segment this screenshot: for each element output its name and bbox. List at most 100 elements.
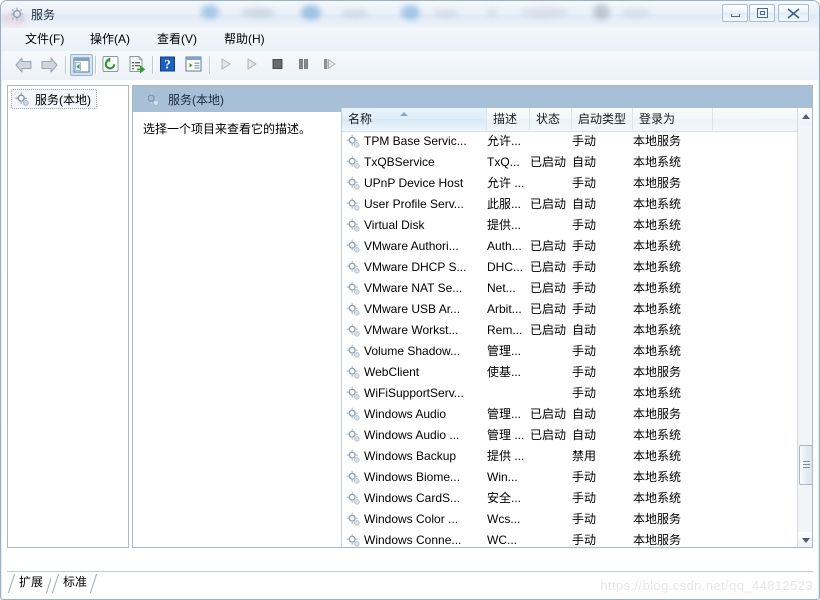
menu-help[interactable]: 帮助(H) <box>217 31 272 48</box>
cell-startup-type: 手动 <box>572 512 597 526</box>
services-list-view[interactable]: 名称 描述 状态 启动类型 登录为 TPM Base Servic... 允许.… <box>341 108 812 547</box>
table-row[interactable]: TxQBService TxQ... 已启动 自动 本地系统 <box>342 152 797 173</box>
maximize-button[interactable] <box>749 4 775 22</box>
column-header-log-on-as[interactable]: 登录为 <box>633 108 713 130</box>
table-row[interactable]: Windows Color ... Wcs... 手动 本地服务 <box>342 509 797 530</box>
restart-service-button[interactable] <box>319 54 342 76</box>
tab-edge <box>51 574 60 593</box>
refresh-button[interactable] <box>100 54 123 76</box>
cell-startup-type: 自动 <box>572 197 597 211</box>
vertical-scrollbar[interactable] <box>797 108 812 547</box>
column-header-description[interactable]: 描述 <box>487 108 530 130</box>
service-gear-icon <box>346 260 360 274</box>
cell-log-on-as: 本地系统 <box>633 281 682 295</box>
pause-service-button[interactable] <box>293 54 316 76</box>
cell-description: 管理... <box>487 407 522 421</box>
cell-description <box>487 383 527 404</box>
service-gear-icon <box>346 281 360 295</box>
cell-service-name: User Profile Serv... <box>364 197 464 211</box>
minimize-button[interactable] <box>722 4 748 22</box>
service-gear-icon <box>346 218 360 232</box>
service-gear-icon <box>346 512 360 526</box>
start-service-button[interactable] <box>215 54 238 76</box>
scroll-up-button[interactable] <box>798 108 812 125</box>
cell-log-on-as: 本地系统 <box>633 260 682 274</box>
scroll-down-arrow-icon <box>802 538 810 543</box>
scroll-thumb[interactable] <box>799 445 812 485</box>
table-row[interactable]: VMware Workst... Rem... 已启动 自动 本地系统 <box>342 320 797 341</box>
client-area: 服务(本地) 服务(本地) 选择一个项目来查看它的描述。 名称 描述 状态 启动… <box>2 80 818 599</box>
cell-status <box>530 362 574 383</box>
table-row[interactable]: VMware Authori... Auth... 已启动 手动 本地系统 <box>342 236 797 257</box>
table-row[interactable]: WiFiSupportServ... 手动 本地系统 <box>342 383 797 404</box>
forward-button[interactable] <box>38 54 61 76</box>
table-row[interactable]: Virtual Disk 提供... 手动 本地系统 <box>342 215 797 236</box>
tree-item-services-local[interactable]: 服务(本地) <box>11 89 97 109</box>
table-row[interactable]: Windows Audio ... 管理 ... 已启动 自动 本地系统 <box>342 425 797 446</box>
menu-view[interactable]: 查看(V) <box>150 31 204 48</box>
table-row[interactable]: Windows Conne... WC... 手动 本地服务 <box>342 530 797 547</box>
tab-edge <box>7 574 16 593</box>
back-button[interactable] <box>12 54 35 76</box>
table-row[interactable]: VMware NAT Se... Net... 已启动 手动 本地系统 <box>342 278 797 299</box>
table-row[interactable]: UPnP Device Host 允许 ... 手动 本地服务 <box>342 173 797 194</box>
column-header-status[interactable]: 状态 <box>530 108 572 130</box>
help-button[interactable]: ? <box>157 54 180 76</box>
menu-action[interactable]: 操作(A) <box>83 31 137 48</box>
cell-startup-type: 手动 <box>572 302 597 316</box>
tab-extended[interactable]: 扩展 <box>7 573 54 593</box>
properties-icon <box>185 56 202 72</box>
stop-service-button[interactable] <box>267 54 290 76</box>
cell-service-name: Windows Conne... <box>364 533 462 547</box>
show-tree-button[interactable] <box>70 54 93 76</box>
titlebar-backdrop-blob <box>621 8 651 18</box>
cell-service-name: Windows Audio <box>364 407 447 421</box>
titlebar-backdrop-blob <box>401 5 420 20</box>
cell-description: WC... <box>487 533 517 547</box>
export-list-button[interactable] <box>126 54 149 76</box>
tab-standard[interactable]: 标准 <box>51 573 98 593</box>
scroll-down-button[interactable] <box>798 532 812 547</box>
titlebar-backdrop-blob <box>521 7 569 18</box>
table-row[interactable]: Windows CardS... 安全... 手动 本地系统 <box>342 488 797 509</box>
cell-description: Win... <box>487 470 518 484</box>
cell-startup-type: 手动 <box>572 281 597 295</box>
resume-service-button[interactable] <box>241 54 264 76</box>
cell-description: Auth... <box>487 239 522 253</box>
cell-service-name: VMware Authori... <box>364 239 459 253</box>
service-gear-icon <box>346 197 360 211</box>
table-row[interactable]: Volume Shadow... 管理... 手动 本地系统 <box>342 341 797 362</box>
cell-log-on-as: 本地服务 <box>633 407 682 421</box>
table-row[interactable]: WebClient 使基... 手动 本地服务 <box>342 362 797 383</box>
table-row[interactable]: VMware DHCP S... DHC... 已启动 手动 本地系统 <box>342 257 797 278</box>
cell-log-on-as: 本地系统 <box>633 239 682 253</box>
column-header-name[interactable]: 名称 <box>342 108 487 130</box>
column-header-startup-type[interactable]: 启动类型 <box>572 108 633 130</box>
table-row[interactable]: User Profile Serv... 此服... 已启动 自动 本地系统 <box>342 194 797 215</box>
cell-description: 使基... <box>487 365 522 379</box>
close-button[interactable] <box>778 4 809 22</box>
cell-description: 管理 ... <box>487 428 525 442</box>
table-row[interactable]: Windows Backup 提供 ... 禁用 本地系统 <box>342 446 797 467</box>
cell-service-name: VMware USB Ar... <box>364 302 461 316</box>
properties-button[interactable] <box>183 54 206 76</box>
restart-service-icon <box>324 59 336 69</box>
service-gear-icon <box>346 386 360 400</box>
service-gear-icon <box>346 470 360 484</box>
cell-description: 此服... <box>487 197 522 211</box>
table-row[interactable]: TPM Base Servic... 允许... 手动 本地服务 <box>342 131 797 152</box>
cell-status <box>530 467 574 488</box>
column-header-status-label: 状态 <box>536 112 561 126</box>
title-bar[interactable]: 服务 <box>1 1 819 28</box>
table-row[interactable]: Windows Biome... Win... 手动 本地系统 <box>342 467 797 488</box>
refresh-icon <box>102 56 119 72</box>
services-pane: 服务(本地) 选择一个项目来查看它的描述。 名称 描述 状态 启动类型 登录为 … <box>132 85 813 548</box>
cell-log-on-as: 本地系统 <box>633 155 682 169</box>
table-row[interactable]: Windows Audio 管理... 已启动 自动 本地服务 <box>342 404 797 425</box>
cell-startup-type: 手动 <box>572 491 597 505</box>
services-gear-icon <box>15 91 29 106</box>
menu-file[interactable]: 文件(F) <box>18 31 71 48</box>
cell-service-name: Windows Backup <box>364 449 457 463</box>
table-row[interactable]: VMware USB Ar... Arbit... 已启动 手动 本地系统 <box>342 299 797 320</box>
column-header-description-label: 描述 <box>493 112 518 126</box>
